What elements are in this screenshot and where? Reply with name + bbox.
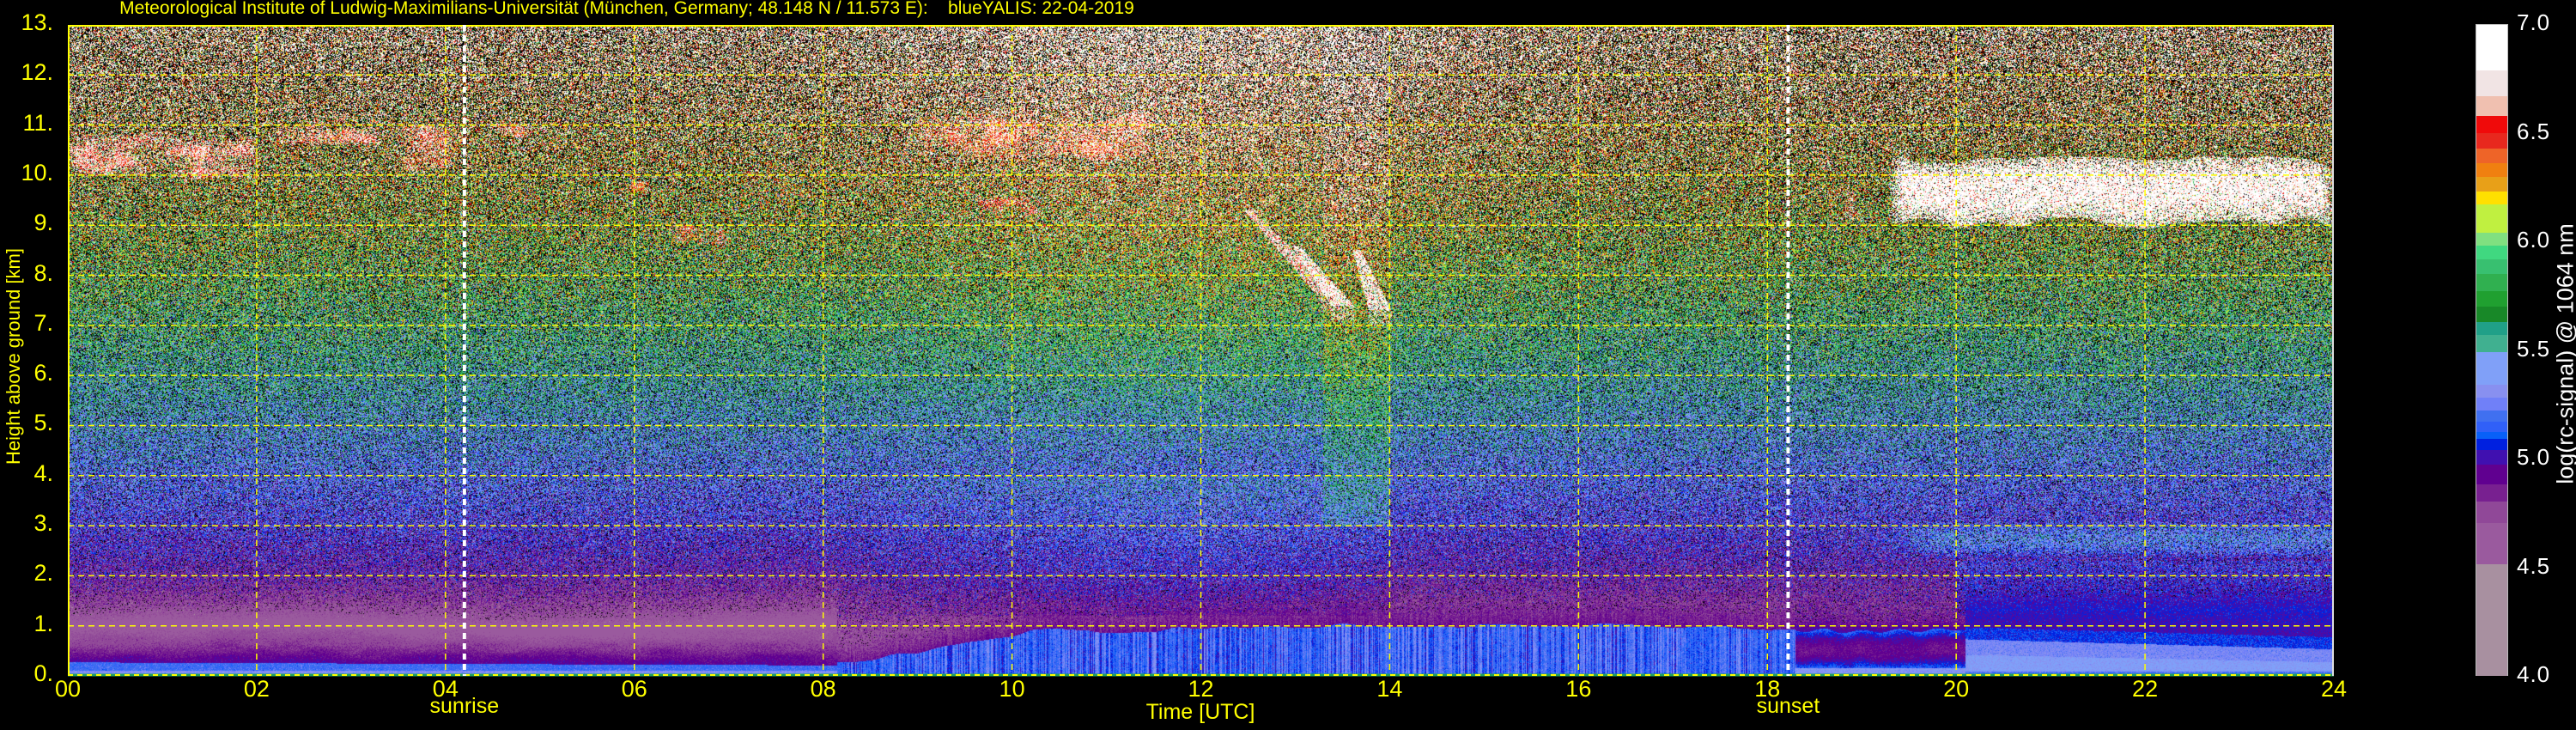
colorbar-tick-label: 5.5 xyxy=(2517,335,2551,362)
colorbar-tick-label: 6.5 xyxy=(2517,118,2551,144)
y-tick-label: 12. xyxy=(21,59,53,86)
colorbar-segment xyxy=(2476,502,2507,525)
y-tick-label: 10. xyxy=(21,159,53,186)
x-tick-label: 08 xyxy=(810,676,836,702)
colorbar-segment xyxy=(2476,321,2507,336)
colorbar-segment xyxy=(2476,70,2507,98)
y-tick-label: 9. xyxy=(33,210,53,236)
colorbar-segment xyxy=(2476,465,2507,486)
plot-overlay xyxy=(68,25,2334,677)
colorbar-segment xyxy=(2476,96,2507,118)
y-tick-label: 13. xyxy=(21,9,53,35)
x-tick-label: 22 xyxy=(2132,676,2159,702)
y-tick-label: 4. xyxy=(33,459,53,486)
colorbar-segment xyxy=(2476,307,2507,323)
colorbar-segment xyxy=(2476,259,2507,276)
colorbar-segment xyxy=(2476,133,2507,149)
sunset-label: sunset xyxy=(1756,694,1820,718)
y-tick-label: 7. xyxy=(33,309,53,336)
colorbar-segment xyxy=(2476,484,2507,503)
y-tick-label: 1. xyxy=(33,610,53,636)
colorbar-segment xyxy=(2476,115,2507,135)
colorbar-tick-label: 6.0 xyxy=(2517,226,2551,252)
colorbar-segment xyxy=(2476,334,2507,354)
colorbar-segment xyxy=(2476,523,2507,566)
y-tick-label: 5. xyxy=(33,410,53,436)
y-tick-label: 0. xyxy=(33,660,53,686)
plot-area xyxy=(68,25,2334,677)
colorbar-segment xyxy=(2476,564,2507,677)
colorbar-segment xyxy=(2476,291,2507,308)
x-tick-label: 20 xyxy=(1943,676,1970,702)
colorbar-label: log(rc-signal) @ 1064 nm xyxy=(2552,223,2576,484)
colorbar-segment xyxy=(2476,148,2507,165)
colorbar-segment xyxy=(2476,163,2507,178)
colorbar-segment xyxy=(2476,192,2507,206)
colorbar-tick-label: 7.0 xyxy=(2517,9,2551,35)
colorbar-tick-label: 4.5 xyxy=(2517,552,2551,579)
sunrise-label: sunrise xyxy=(429,694,500,718)
x-tick-label: 10 xyxy=(999,676,1025,702)
colorbar-segment xyxy=(2476,204,2507,234)
y-tick-label: 11. xyxy=(22,109,53,136)
x-axis-label: Time [UTC] xyxy=(1145,700,1255,724)
colorbar-segment xyxy=(2476,384,2507,399)
y-tick-label: 2. xyxy=(33,560,53,587)
colorbar-segment xyxy=(2476,398,2507,412)
y-tick-label: 3. xyxy=(33,509,53,536)
colorbar-segment xyxy=(2476,233,2507,247)
x-tick-label: 06 xyxy=(621,676,647,702)
colorbar-segment xyxy=(2476,176,2507,193)
y-axis-label: Height above ground [km] xyxy=(3,248,24,465)
x-tick-label: 00 xyxy=(54,676,82,702)
y-tick-label: 6. xyxy=(33,359,53,386)
x-tick-label: 02 xyxy=(243,676,270,702)
colorbar-segment xyxy=(2476,246,2507,260)
x-tick-label: 14 xyxy=(1376,676,1403,702)
colorbar xyxy=(2476,24,2508,677)
x-tick-label: 24 xyxy=(2320,676,2348,702)
colorbar-tick-label: 5.0 xyxy=(2517,443,2551,470)
colorbar-segment xyxy=(2476,274,2507,293)
y-tick-label: 8. xyxy=(33,259,53,286)
x-tick-label: 16 xyxy=(1565,676,1592,702)
colorbar-segment xyxy=(2476,352,2507,386)
chart-title: Meteorological Institute of Ludwig-Maxim… xyxy=(119,0,1134,18)
colorbar-segment xyxy=(2476,25,2507,72)
colorbar-tick-label: 4.0 xyxy=(2517,660,2551,687)
x-tick-label: 12 xyxy=(1188,676,1214,702)
colorbar-segment xyxy=(2476,449,2507,466)
